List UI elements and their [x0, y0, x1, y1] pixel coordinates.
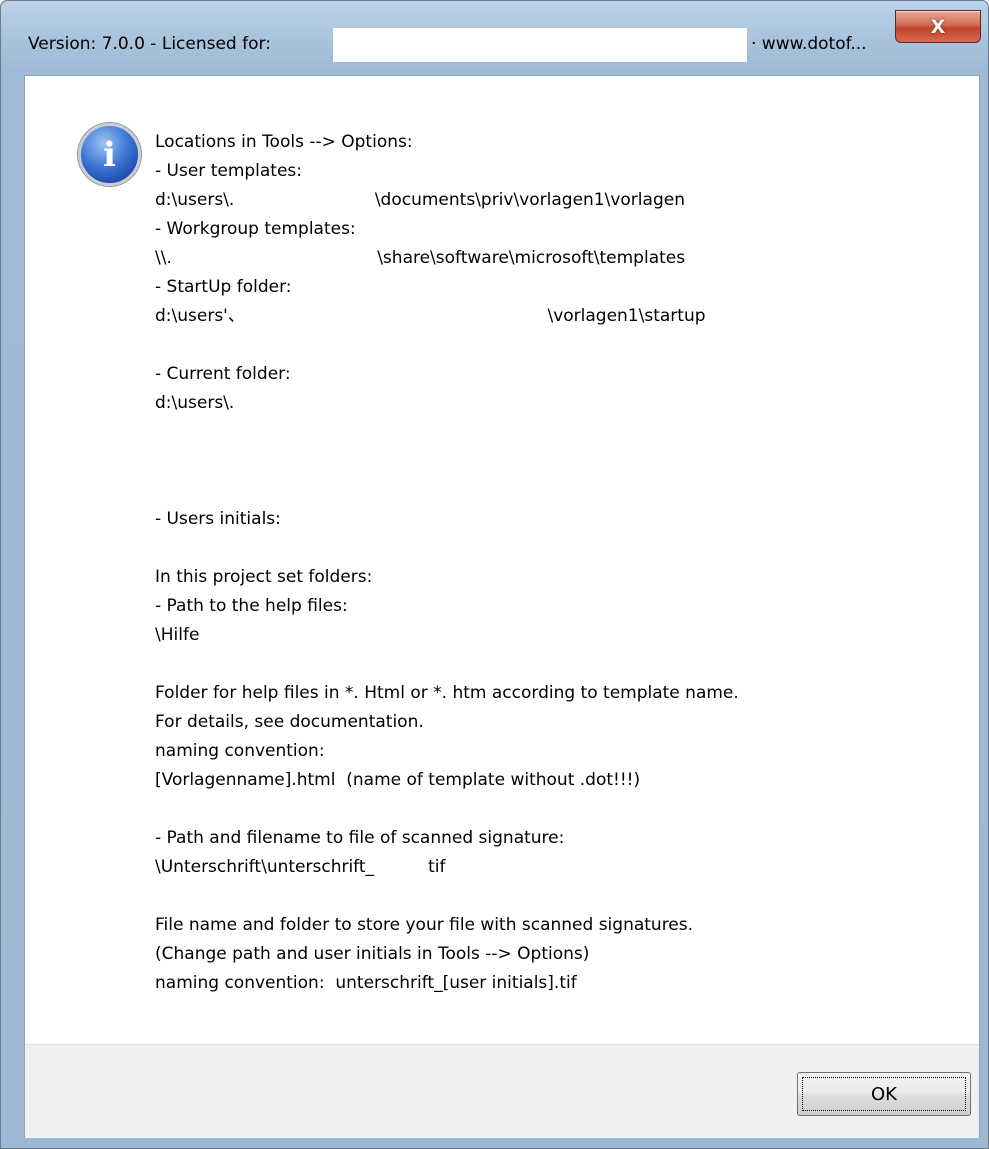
message-line: d:\users'、 \vorlagen1\startup	[155, 306, 706, 326]
dialog-window: Version: 7.0.0 - Licensed for: · www.dot…	[0, 0, 989, 1149]
title-bar[interactable]: Version: 7.0.0 - Licensed for: · www.dot…	[1, 1, 988, 71]
button-bar: OK	[25, 1044, 979, 1138]
message-line: Folder for help files in *. Html or *. h…	[155, 683, 739, 703]
dialog-content: i Locations in Tools --> Options: - User …	[24, 75, 980, 1138]
message-line: \\. \share\software\microsoft\templates	[155, 248, 686, 268]
info-icon: i	[78, 123, 141, 186]
message-line: \Hilfe	[155, 625, 200, 645]
message-line: (Change path and user initials in Tools …	[155, 944, 590, 964]
window-title: Version: 7.0.0 - Licensed for:	[28, 34, 271, 54]
close-icon: X	[930, 15, 946, 38]
message-line: \Unterschrift\unterschrift_ tif	[155, 857, 446, 877]
window-title-url: · www.dotof...	[751, 34, 867, 54]
message-line: In this project set folders:	[155, 567, 373, 587]
message-line: [Vorlagenname].html (name of template wi…	[155, 770, 641, 790]
redacted-license-name	[333, 28, 747, 62]
message-line: naming convention:	[155, 741, 325, 761]
message-line: - Users initials:	[155, 509, 281, 529]
close-button[interactable]: X	[895, 10, 981, 43]
message-line: - Current folder:	[155, 364, 291, 384]
message-line: - Path and filename to file of scanned s…	[155, 828, 565, 848]
message-line: d:\users\.	[155, 393, 235, 413]
message-line: - Path to the help files:	[155, 596, 348, 616]
message-line: - Workgroup templates:	[155, 219, 356, 239]
ok-button[interactable]: OK	[797, 1072, 971, 1116]
ok-button-label: OK	[802, 1077, 966, 1111]
message-line: - StartUp folder:	[155, 277, 292, 297]
message-line: naming convention: unterschrift_[user in…	[155, 973, 577, 993]
message-line: d:\users\. \documents\priv\vorlagen1\vor…	[155, 190, 685, 210]
message-line: - User templates:	[155, 161, 303, 181]
message-line: File name and folder to store your file …	[155, 915, 694, 935]
message-line: For details, see documentation.	[155, 712, 424, 732]
message-line: Locations in Tools --> Options:	[155, 132, 413, 152]
